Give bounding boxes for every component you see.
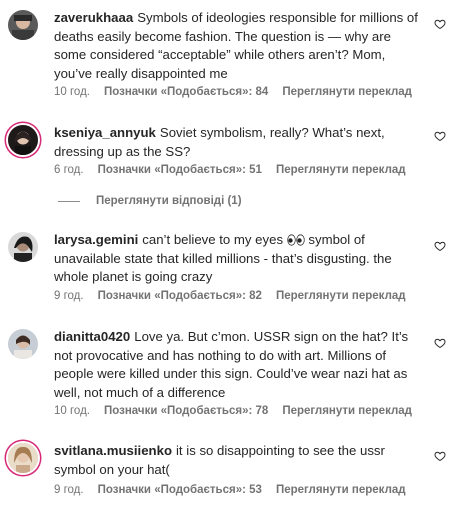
avatar[interactable] — [8, 232, 38, 262]
likes-count[interactable]: Позначки «Подобається»: 51 — [98, 164, 262, 176]
translate-link[interactable]: Переглянути переклад — [276, 164, 406, 176]
comment-meta: 9 год. Позначки «Подобається»: 82 Переглян… — [54, 290, 420, 302]
heart-outline-icon[interactable] — [434, 18, 446, 30]
heart-outline-icon[interactable] — [434, 450, 446, 462]
heart-outline-icon[interactable] — [434, 130, 446, 142]
heart-outline-icon[interactable] — [434, 240, 446, 252]
comment-username[interactable]: larysa.gemini — [54, 232, 138, 247]
comment-username[interactable]: svitlana.musiienko — [54, 443, 172, 458]
comment-username[interactable]: zaverukhaaa — [54, 10, 133, 25]
comment-text: kseniya_annyuk Soviet symbolism, really? … — [54, 124, 424, 161]
heart-outline-icon[interactable] — [434, 337, 446, 349]
likes-count[interactable]: Позначки «Подобається»: 84 — [104, 86, 268, 98]
replies-divider — [58, 200, 80, 202]
avatar[interactable] — [8, 10, 38, 40]
avatar[interactable] — [8, 443, 38, 473]
likes-count[interactable]: Позначки «Подобається»: 53 — [98, 484, 262, 496]
comment-text: zaverukhaaa Symbols of ideologies respons… — [54, 9, 424, 83]
eyes-emoji-icon — [287, 234, 305, 246]
translate-link[interactable]: Переглянути переклад — [282, 405, 412, 417]
view-replies-link[interactable]: Переглянути відповіді (1) — [58, 195, 242, 207]
comment-meta: 10 год. Позначки «Подобається»: 84 Перегля… — [54, 86, 426, 98]
comment-meta: 6 год. Позначки «Подобається»: 51 Переглян… — [54, 164, 420, 176]
translate-link[interactable]: Переглянути переклад — [276, 484, 406, 496]
comment-username[interactable]: dianitta0420 — [54, 329, 130, 344]
likes-count[interactable]: Позначки «Подобається»: 78 — [104, 405, 268, 417]
translate-link[interactable]: Переглянути переклад — [282, 86, 412, 98]
translate-link[interactable]: Переглянути переклад — [276, 290, 406, 302]
comment-time[interactable]: 10 год. — [54, 86, 90, 98]
likes-count[interactable]: Позначки «Подобається»: 82 — [98, 290, 262, 302]
comment-text: dianitta0420 Love ya. But c’mon. USSR sig… — [54, 328, 424, 402]
comment-text: larysa.gemini can’t believe to my eyes sy… — [54, 231, 424, 287]
avatar[interactable] — [8, 125, 38, 155]
comment-text: svitlana.musiienko it is so disappointing… — [54, 442, 424, 479]
comment-time[interactable]: 10 год. — [54, 405, 90, 417]
comment-body: can’t believe to my eyes — [142, 232, 284, 247]
avatar[interactable] — [8, 329, 38, 359]
comment-meta: 10 год. Позначки «Подобається»: 78 Перегля… — [54, 405, 426, 417]
comment-time[interactable]: 9 год. — [54, 290, 84, 302]
comment-time[interactable]: 6 год. — [54, 164, 84, 176]
comment-username[interactable]: kseniya_annyuk — [54, 125, 156, 140]
comment-meta: 9 год. Позначки «Подобається»: 53 Переглян… — [54, 484, 420, 496]
comment-time[interactable]: 9 год. — [54, 484, 84, 496]
view-replies-label[interactable]: Переглянути відповіді (1) — [96, 195, 242, 207]
